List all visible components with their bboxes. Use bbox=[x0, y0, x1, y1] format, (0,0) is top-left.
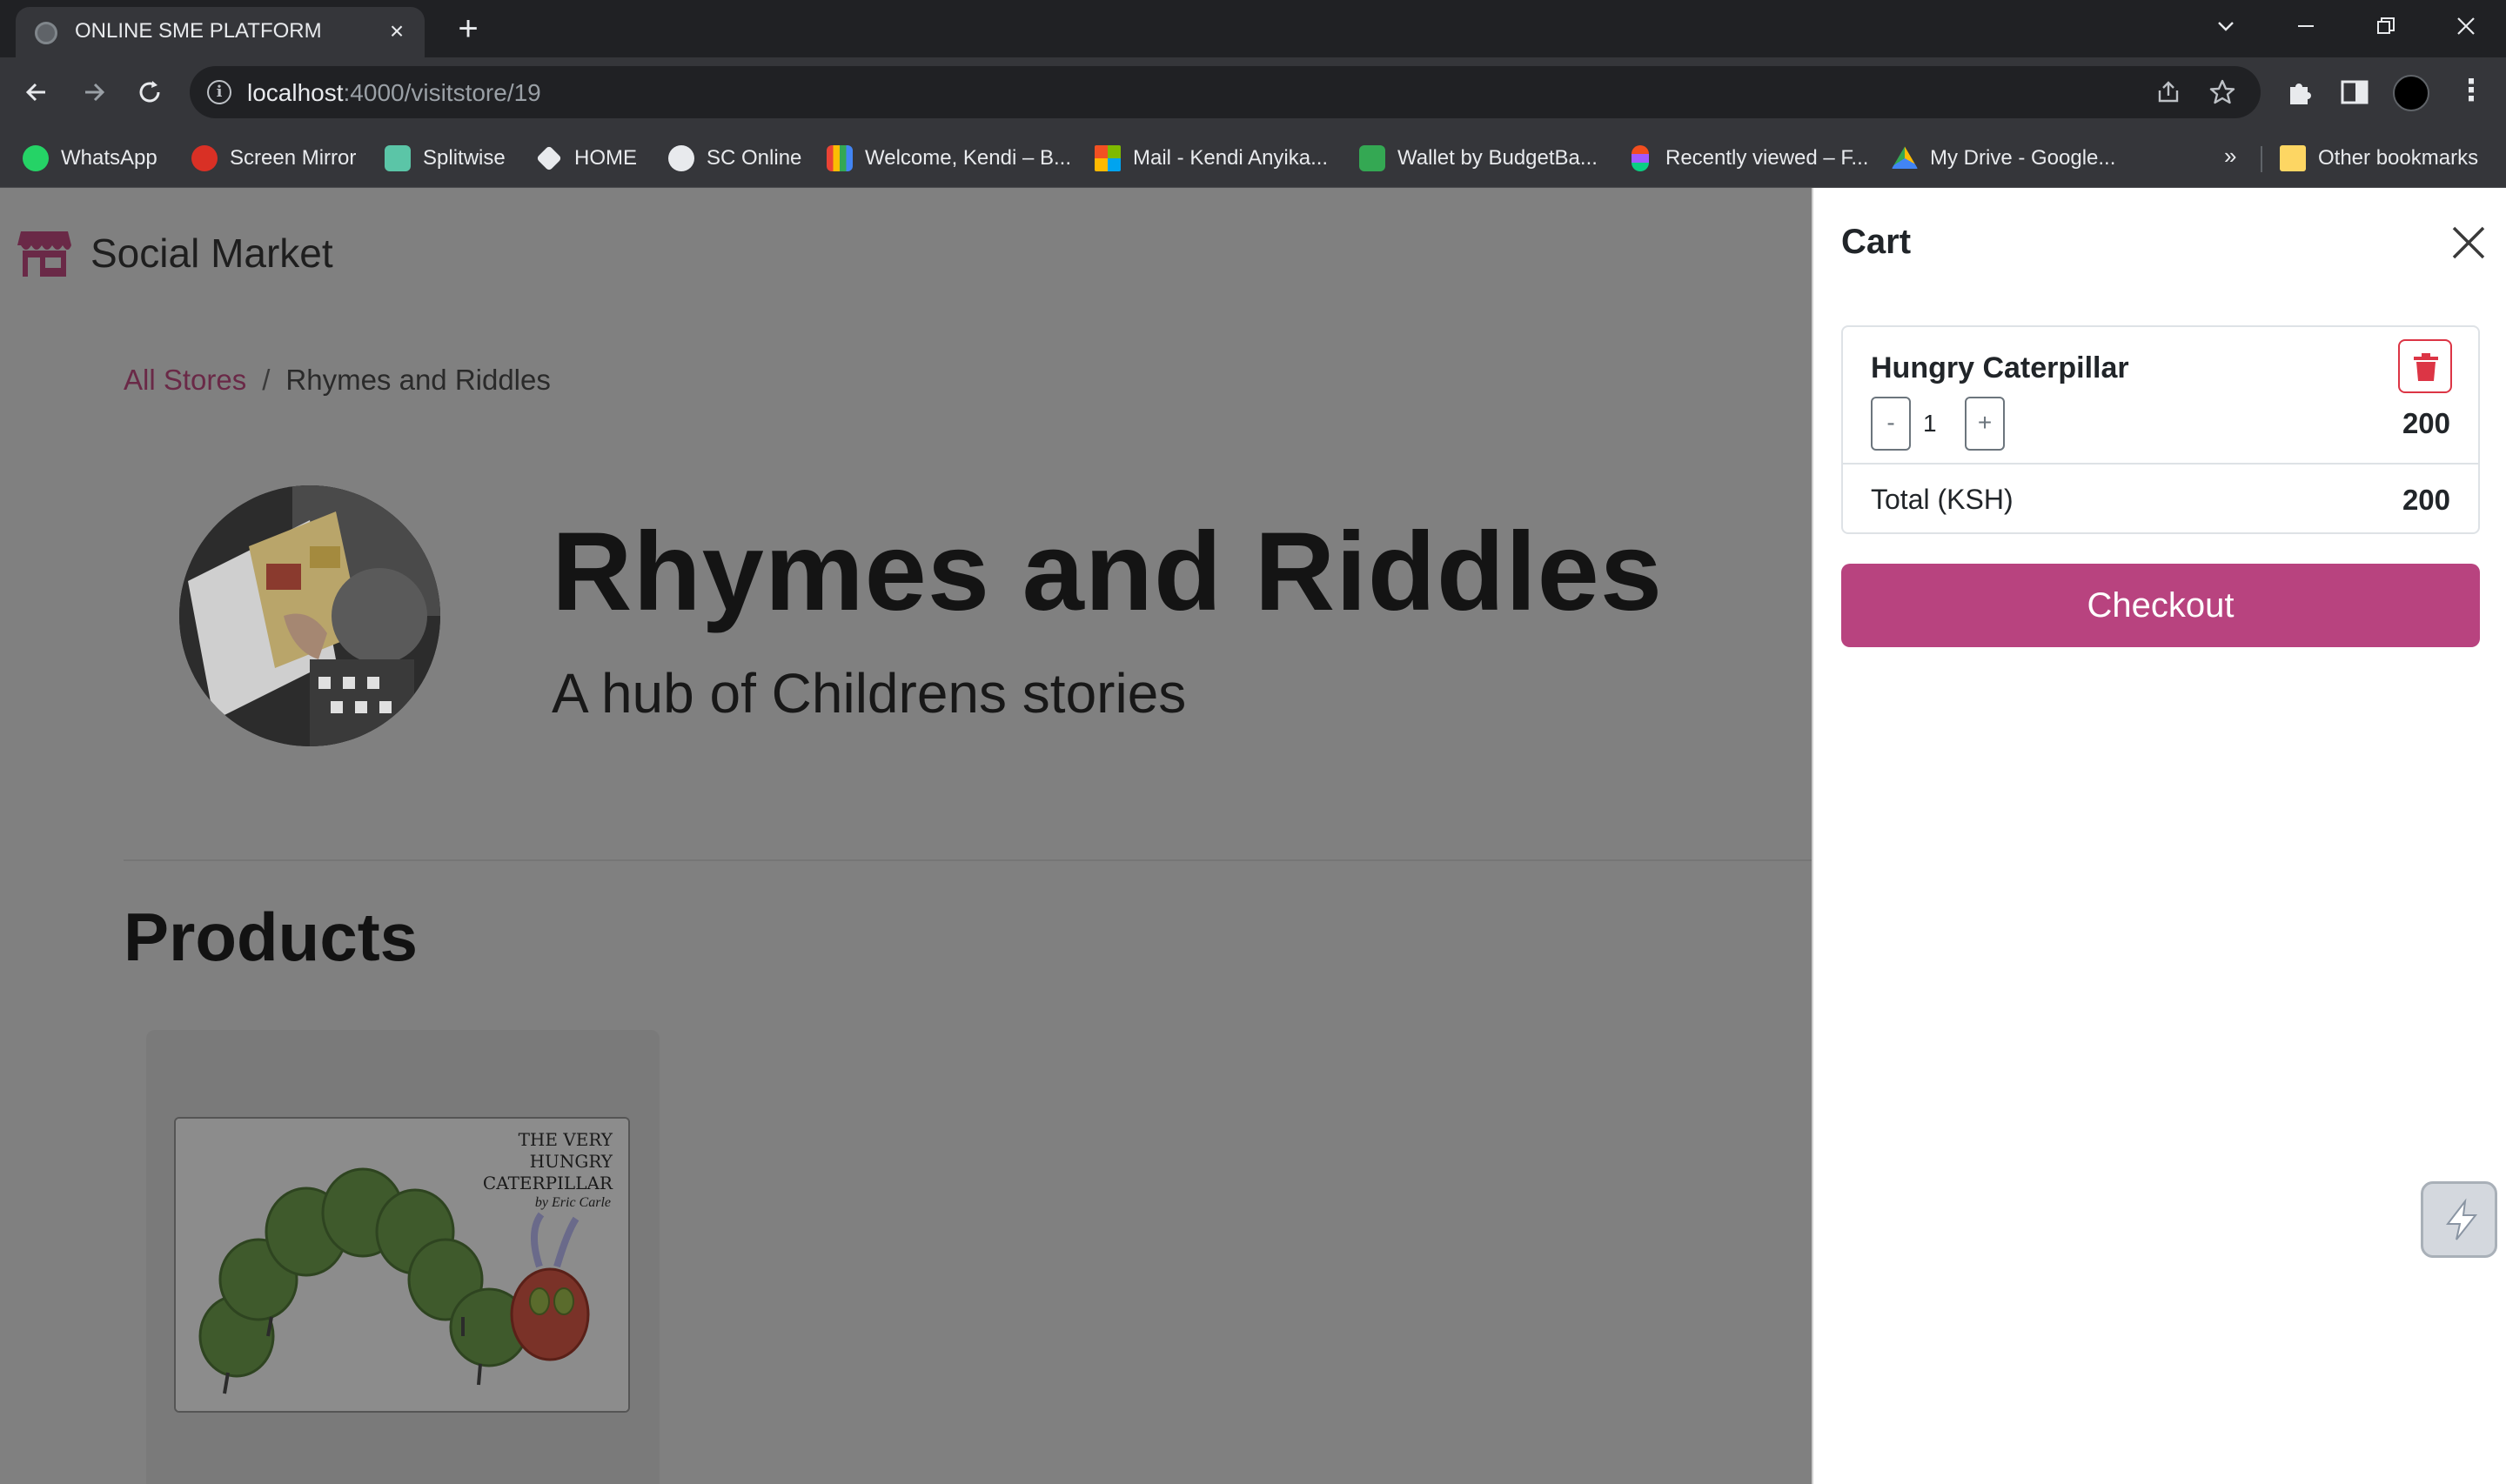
bookmark-item[interactable]: HOME bbox=[536, 143, 637, 174]
cart-panel: Cart Hungry Caterpillar - 1 + 200 Total … bbox=[1812, 188, 2506, 1484]
bookmark-item[interactable]: Wallet by BudgetBa... bbox=[1359, 143, 1598, 174]
storefront-icon bbox=[17, 231, 71, 277]
bar-chart-icon bbox=[827, 145, 853, 171]
reload-button[interactable] bbox=[131, 73, 169, 111]
more-menu-icon[interactable]: ⋮ bbox=[2454, 75, 2489, 110]
products-heading: Products bbox=[124, 899, 419, 975]
globe-icon bbox=[35, 22, 57, 44]
bookmarks-bar: WhatsApp Screen Mirror Splitwise HOME SC… bbox=[0, 127, 2506, 188]
profile-avatar[interactable] bbox=[2393, 75, 2429, 111]
breadcrumb-current: Rhymes and Riddles bbox=[285, 364, 551, 396]
close-tab-icon[interactable]: × bbox=[381, 16, 412, 47]
lightning-icon bbox=[2445, 1198, 2478, 1240]
breadcrumb-all-stores[interactable]: All Stores bbox=[124, 364, 246, 396]
side-panel-icon[interactable] bbox=[2337, 75, 2372, 110]
store-page: Social Market All Stores / Rhymes and Ridd… bbox=[0, 188, 1812, 1484]
browser-toolbar: i localhost:4000/visitstore/19 ⋮ bbox=[0, 57, 2506, 127]
screen-mirror-icon bbox=[191, 145, 218, 171]
store-title: Rhymes and Riddles bbox=[552, 510, 1663, 634]
whatsapp-icon bbox=[23, 145, 49, 171]
bookmark-item[interactable]: Screen Mirror bbox=[191, 143, 356, 174]
increase-quantity-button[interactable]: + bbox=[1965, 397, 2005, 451]
cart-title: Cart bbox=[1841, 223, 1912, 261]
tab-strip: ONLINE SME PLATFORM × + bbox=[0, 0, 2506, 57]
address-bar[interactable]: i localhost:4000/visitstore/19 bbox=[190, 66, 2261, 118]
close-cart-button[interactable] bbox=[2447, 221, 2490, 264]
back-button[interactable] bbox=[17, 73, 56, 111]
cart-item-name: Hungry Caterpillar bbox=[1871, 351, 2129, 384]
breadcrumb-separator: / bbox=[262, 364, 271, 396]
splitwise-icon bbox=[385, 145, 411, 171]
bookmark-item[interactable]: Splitwise bbox=[385, 143, 506, 174]
book-cover-title: THE VERY HUNGRY CATERPILLAR bbox=[482, 1129, 613, 1193]
google-drive-icon bbox=[1892, 146, 1918, 169]
book-cover-author: by Eric Carle bbox=[534, 1195, 611, 1210]
minimize-icon[interactable] bbox=[2280, 7, 2332, 45]
forward-button[interactable] bbox=[75, 73, 113, 111]
store-avatar bbox=[179, 485, 440, 746]
restore-icon[interactable] bbox=[2360, 7, 2412, 45]
new-tab-button[interactable]: + bbox=[449, 10, 487, 49]
quantity-stepper: - 1 + bbox=[1871, 397, 2005, 451]
microsoft-icon bbox=[1095, 145, 1121, 171]
other-bookmarks[interactable]: Other bookmarks bbox=[2280, 143, 2478, 174]
wallet-icon bbox=[1359, 145, 1385, 171]
folder-icon bbox=[2280, 145, 2306, 171]
globe-icon bbox=[668, 145, 694, 171]
url-text[interactable]: localhost:4000/visitstore/19 bbox=[247, 79, 541, 107]
tab-title: ONLINE SME PLATFORM bbox=[75, 19, 322, 43]
bookmark-item[interactable]: My Drive - Google... bbox=[1892, 143, 2115, 174]
bookmark-star-icon[interactable] bbox=[2208, 78, 2236, 106]
site-info-icon[interactable]: i bbox=[207, 80, 231, 104]
store-subtitle: A hub of Childrens stories bbox=[552, 662, 1187, 725]
trash-icon bbox=[2414, 353, 2438, 381]
bookmark-item[interactable]: WhatsApp bbox=[23, 143, 157, 174]
screen: ONLINE SME PLATFORM × + i localhost:4000… bbox=[0, 0, 2506, 1484]
product-card[interactable]: THE VERY HUNGRY CATERPILLAR by Eric Carl… bbox=[146, 1030, 660, 1484]
figma-icon bbox=[1632, 145, 1649, 171]
quantity-value[interactable]: 1 bbox=[1911, 397, 1965, 451]
cart-items: Hungry Caterpillar - 1 + 200 Total (KSH)… bbox=[1841, 325, 2480, 534]
home-bookmark-icon bbox=[536, 145, 562, 171]
share-icon[interactable] bbox=[2154, 78, 2182, 106]
extensions-icon[interactable] bbox=[2283, 75, 2318, 110]
decrease-quantity-button[interactable]: - bbox=[1871, 397, 1911, 451]
checkout-button[interactable]: Checkout bbox=[1841, 564, 2480, 647]
total-value: 200 bbox=[2402, 484, 2450, 516]
bookmarks-divider bbox=[2261, 146, 2262, 172]
bookmarks-overflow-button[interactable]: » bbox=[2224, 143, 2236, 170]
bookmark-item[interactable]: Welcome, Kendi – B... bbox=[827, 143, 1071, 174]
browser-tab[interactable]: ONLINE SME PLATFORM × bbox=[16, 7, 425, 57]
bookmark-item[interactable]: Recently viewed – F... bbox=[1627, 143, 1868, 174]
bookmark-item[interactable]: Mail - Kendi Anyika... bbox=[1095, 143, 1328, 174]
tab-search-icon[interactable] bbox=[2200, 7, 2252, 45]
cart-divider bbox=[1843, 463, 2478, 465]
total-label: Total (KSH) bbox=[1871, 484, 2014, 515]
breadcrumb: All Stores / Rhymes and Riddles bbox=[124, 364, 551, 397]
close-window-icon[interactable] bbox=[2440, 7, 2492, 45]
product-image: THE VERY HUNGRY CATERPILLAR by Eric Carl… bbox=[174, 1117, 630, 1413]
brand[interactable]: Social Market bbox=[17, 228, 333, 278]
cart-item-price: 200 bbox=[2402, 407, 2450, 439]
brand-name: Social Market bbox=[90, 231, 333, 276]
section-divider bbox=[124, 859, 1812, 861]
remove-item-button[interactable] bbox=[2398, 339, 2452, 393]
floating-assistant-button[interactable] bbox=[2421, 1181, 2497, 1258]
bookmark-item[interactable]: SC Online bbox=[668, 143, 801, 174]
